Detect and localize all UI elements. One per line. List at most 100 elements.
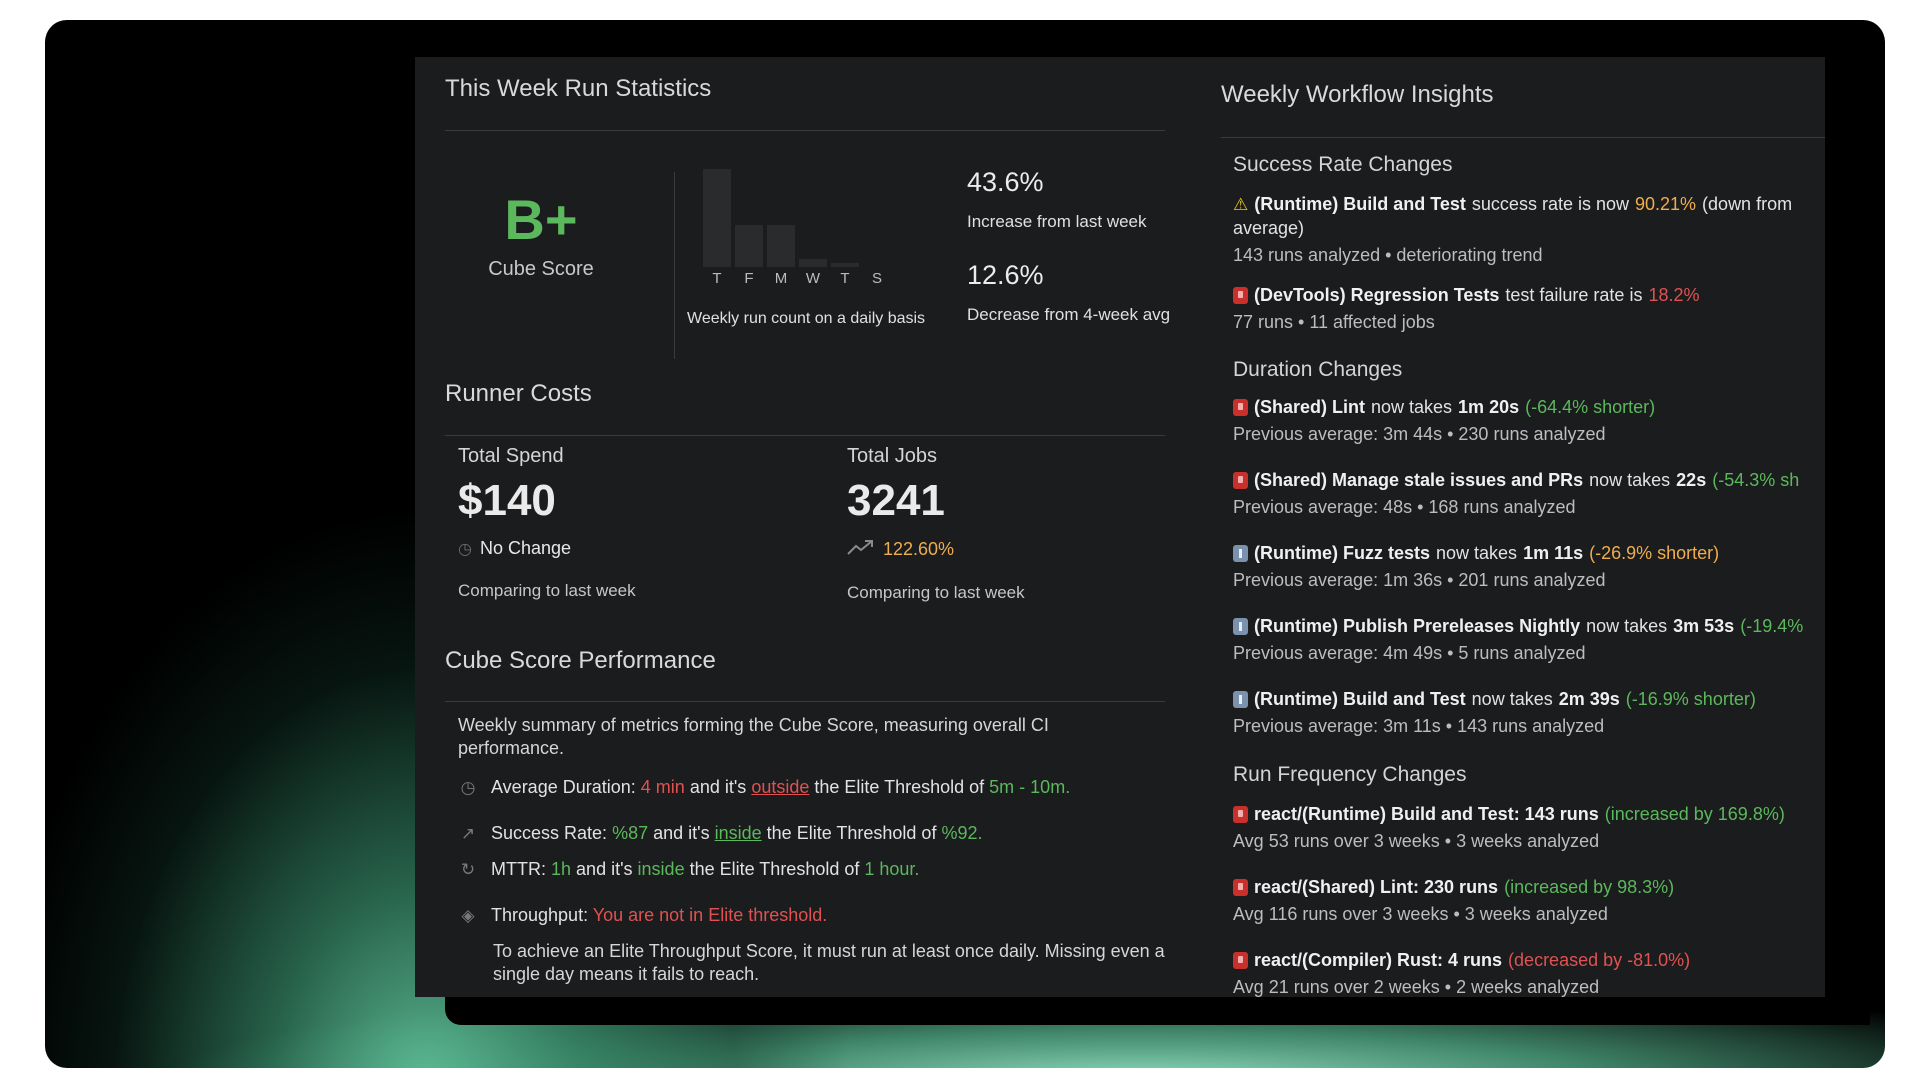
metric-label: Average Duration: (491, 777, 636, 797)
bar-day-label: F (744, 270, 754, 287)
insight-item: (DevTools) Regression Tests test failure… (1233, 285, 1825, 333)
insight-delta: (-19.4% (1740, 616, 1804, 636)
spend-compare-note: Comparing to last week (458, 581, 636, 600)
bar-day-3 (767, 225, 795, 267)
divider (1221, 137, 1825, 138)
bar-day-2 (735, 225, 763, 267)
insight-delta: (-16.9% shorter) (1625, 689, 1756, 709)
workflow-name: (Shared) Lint (1254, 397, 1365, 417)
insight-value: 90.21% (1634, 194, 1697, 214)
insight-line: (Shared) Manage stale issues and PRs now… (1233, 470, 1825, 491)
insight-value: 3m 53s (1673, 616, 1735, 636)
insight-line: (Runtime) Publish Prereleases Nightly no… (1233, 616, 1825, 637)
jobs-change-text: 122.60% (883, 539, 955, 559)
layers-icon: ◈ (461, 905, 475, 925)
metric-connector: and it's (653, 823, 710, 843)
total-spend-card: Total Spend $140 ◷ No Change Comparing t… (458, 445, 788, 601)
threshold-state-link[interactable]: inside (715, 823, 762, 843)
insight-value: 1m 20s (1458, 397, 1520, 417)
metric-connector: and it's (576, 859, 633, 879)
insight-delta: (decreased by -81.0%) (1508, 950, 1691, 970)
workflow-name: (Runtime) Build and Test (1254, 194, 1466, 214)
stat-value: 12.6% (967, 260, 1044, 290)
threshold-state-link[interactable]: outside (751, 777, 809, 797)
insight-value: 22s (1676, 470, 1707, 490)
stat-description: Increase from last week (967, 212, 1147, 231)
four-week-decrease-stat: 12.6% Decrease from 4-week avg (967, 260, 1217, 325)
metric-throughput: ◈ Throughput: You are not in Elite thres… (457, 905, 1187, 926)
metric-line: Success Rate: %87 and it's inside the El… (491, 823, 983, 844)
spend-change: ◷ No Change (458, 538, 788, 559)
total-jobs-card: Total Jobs 3241 122.60% Comparing to las… (847, 445, 1177, 603)
threshold-value: 5m - 10m. (989, 777, 1071, 797)
total-spend-value: $140 (458, 476, 556, 525)
workflow-name: react/(Compiler) Rust: 4 runs (1254, 950, 1503, 970)
success-rate-changes-title: Success Rate Changes (1233, 153, 1453, 176)
insight-item: (Runtime) Build and Test now takes 2m 39… (1233, 689, 1825, 737)
insight-delta: (-54.3% sh (1712, 470, 1800, 490)
metric-label: MTTR: (491, 859, 546, 879)
insight-value: 1m 11s (1523, 543, 1584, 563)
insight-delta: (-26.9% shorter) (1589, 543, 1720, 563)
insight-text: now takes (1471, 689, 1553, 709)
metric-success-rate: ↗ Success Rate: %87 and it's inside the … (457, 823, 1187, 844)
metric-connector: and it's (689, 777, 747, 797)
bar-day-5 (831, 263, 859, 267)
insight-text: test failure rate is (1505, 285, 1643, 305)
performance-summary: Weekly summary of metrics forming the Cu… (458, 715, 1049, 758)
stat-value: 43.6% (967, 167, 1044, 197)
bar-day-label: M (774, 270, 788, 287)
dashboard-panel: This Week Run Statistics B+ Cube Score T… (415, 57, 1825, 997)
threshold-state: inside (637, 859, 685, 879)
insight-text: now takes (1371, 397, 1453, 417)
metric-value: 1h (551, 859, 572, 879)
cube-score-grade: B+ (504, 188, 578, 251)
insight-line: react/(Shared) Lint: 230 runs (increased… (1233, 877, 1825, 898)
insight-meta: Previous average: 3m 44s • 230 runs anal… (1233, 424, 1606, 444)
insight-item: react/(Compiler) Rust: 4 runs (decreased… (1233, 950, 1825, 997)
metric-value: 4 min (640, 777, 685, 797)
insight-delta: (-64.4% shorter) (1525, 397, 1656, 417)
workflow-name: (Runtime) Build and Test (1254, 689, 1466, 709)
insight-item: react/(Runtime) Build and Test: 143 runs… (1233, 804, 1825, 852)
insight-item: react/(Shared) Lint: 230 runs (increased… (1233, 877, 1825, 925)
workflow-name: react/(Runtime) Build and Test: 143 runs (1254, 804, 1599, 824)
insight-line: (Shared) Lint now takes 1m 20s (-64.4% s… (1233, 397, 1825, 418)
clock-icon: ◷ (460, 777, 476, 797)
bar-day-4 (799, 259, 827, 267)
bar-day-label: W (805, 270, 821, 287)
insight-delta: (increased by 98.3%) (1504, 877, 1675, 897)
jobs-change: 122.60% (847, 538, 1177, 561)
insight-value: 18.2% (1648, 285, 1700, 305)
info-icon (1233, 691, 1248, 708)
bar-day-1 (703, 169, 731, 267)
weekly-insights-title: Weekly Workflow Insights (1221, 81, 1494, 108)
insight-item: (Shared) Lint now takes 1m 20s (-64.4% s… (1233, 397, 1825, 445)
bar-chart-caption: Weekly run count on a daily basis (687, 310, 926, 327)
alert-icon (1233, 879, 1248, 896)
insight-meta: 77 runs • 11 affected jobs (1233, 312, 1435, 332)
jobs-compare-note: Comparing to last week (847, 583, 1025, 602)
insight-text-continued: average) (1233, 218, 1305, 238)
divider (445, 435, 1165, 436)
divider (445, 701, 1165, 702)
insight-item: (Runtime) Fuzz tests now takes 1m 11s (-… (1233, 543, 1825, 591)
bar-day-label: T (840, 270, 850, 287)
stat-description: Decrease from 4-week avg (967, 305, 1171, 324)
alert-icon (1233, 806, 1248, 823)
vertical-divider (674, 172, 675, 359)
weekly-increase-stat: 43.6% Increase from last week (967, 167, 1217, 232)
total-spend-label: Total Spend (458, 445, 564, 467)
runner-costs-title: Runner Costs (445, 380, 592, 407)
duration-changes-title: Duration Changes (1233, 358, 1403, 381)
threshold-value: 1 hour. (864, 859, 920, 879)
insight-item: (Shared) Manage stale issues and PRs now… (1233, 470, 1825, 518)
insight-value: 2m 39s (1558, 689, 1620, 709)
metric-value: %87 (612, 823, 649, 843)
bar-day-label: S (871, 270, 882, 287)
alert-icon (1233, 287, 1248, 304)
insight-meta: Previous average: 48s • 168 runs analyze… (1233, 497, 1576, 517)
metric-value: You are not in Elite threshold. (592, 905, 828, 925)
metric-line: Throughput: You are not in Elite thresho… (491, 905, 827, 926)
workflow-name: (Shared) Manage stale issues and PRs (1254, 470, 1584, 490)
